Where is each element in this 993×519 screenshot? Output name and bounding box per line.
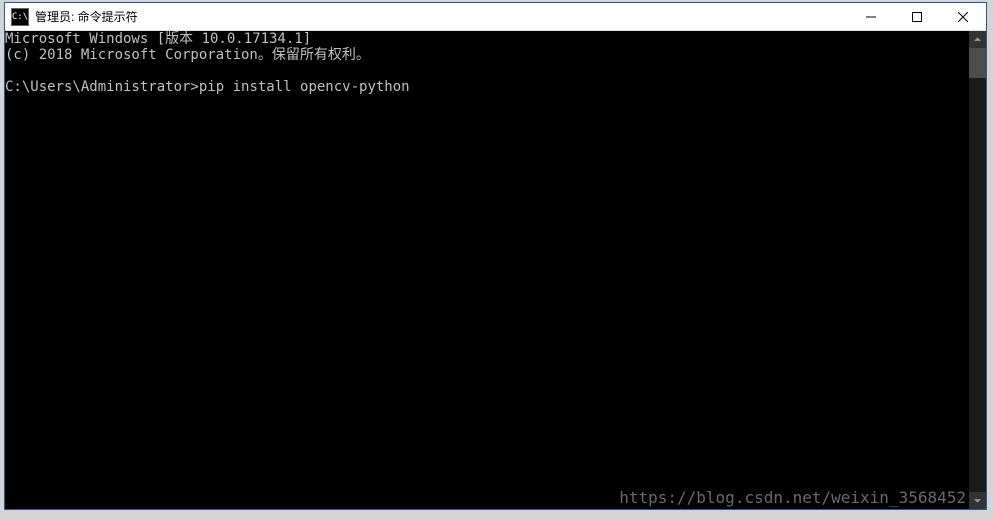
console-prompt-line: C:\Users\Administrator>pip install openc… — [5, 79, 969, 95]
close-icon — [958, 12, 968, 22]
console-line: Microsoft Windows [版本 10.0.17134.1] — [5, 31, 969, 47]
scroll-up-button[interactable] — [969, 31, 986, 48]
scrollbar-track[interactable] — [969, 48, 986, 492]
scroll-down-button[interactable] — [969, 492, 986, 509]
scrollbar-thumb[interactable] — [969, 48, 986, 78]
console-output[interactable]: Microsoft Windows [版本 10.0.17134.1](c) 2… — [5, 31, 969, 509]
chevron-down-icon — [974, 497, 981, 504]
console-prompt: C:\Users\Administrator> — [5, 79, 199, 95]
maximize-button[interactable] — [894, 3, 940, 31]
minimize-button[interactable] — [848, 3, 894, 31]
chevron-up-icon — [974, 36, 981, 43]
console-area: Microsoft Windows [版本 10.0.17134.1](c) 2… — [5, 31, 986, 509]
console-command: pip install opencv-python — [199, 79, 410, 95]
window-title: 管理员: 命令提示符 — [35, 8, 848, 25]
vertical-scrollbar[interactable] — [969, 31, 986, 509]
window-controls — [848, 3, 986, 30]
titlebar[interactable]: C:\ 管理员: 命令提示符 — [5, 3, 986, 31]
maximize-icon — [912, 12, 922, 22]
close-button[interactable] — [940, 3, 986, 31]
minimize-icon — [866, 12, 876, 22]
console-line: (c) 2018 Microsoft Corporation。保留所有权利。 — [5, 47, 969, 63]
command-prompt-window: C:\ 管理员: 命令提示符 Microsoft Windows [版本 10.… — [4, 2, 987, 510]
console-blank-line — [5, 63, 969, 79]
cmd-icon-text: C:\ — [12, 12, 28, 22]
cmd-icon: C:\ — [11, 8, 29, 26]
